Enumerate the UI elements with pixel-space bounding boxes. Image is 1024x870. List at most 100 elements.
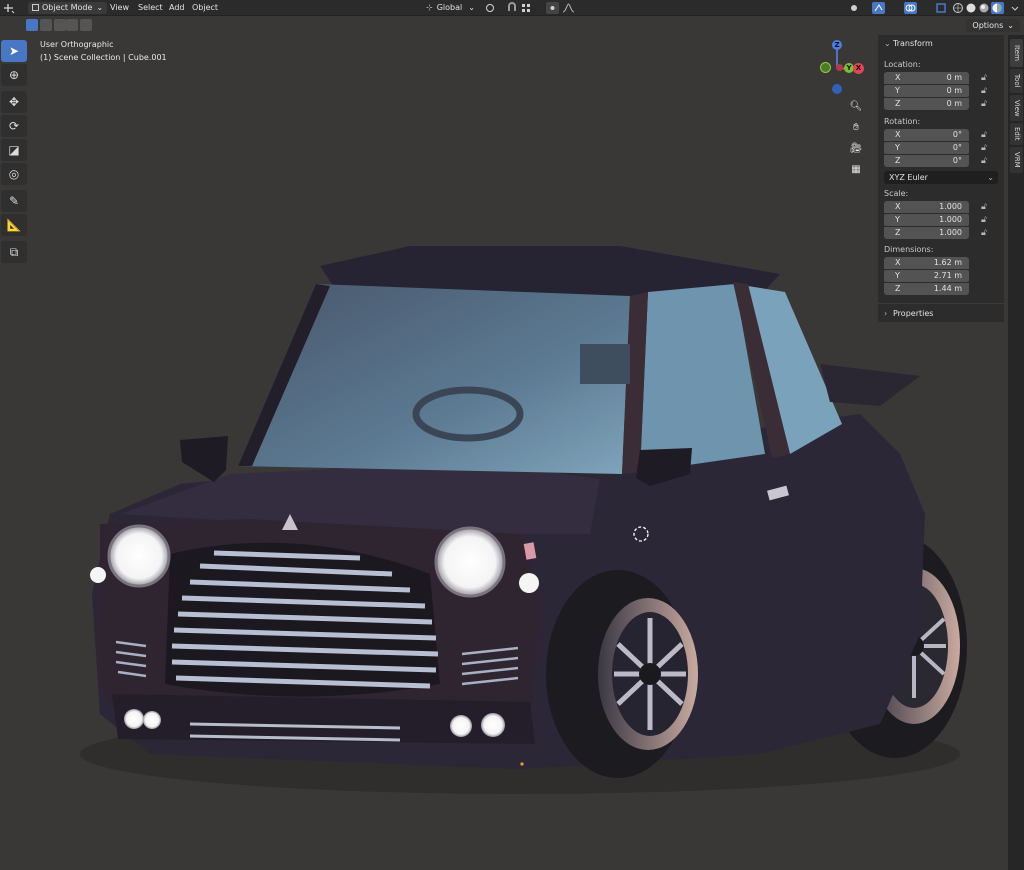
panel-divider [878, 303, 1004, 304]
lock-icon[interactable]: 🔓︎ [981, 73, 991, 83]
lock-icon[interactable]: 🔓︎ [981, 228, 991, 238]
lock-icon[interactable]: 🔓︎ [981, 99, 991, 109]
snap-icon[interactable] [506, 2, 519, 14]
lock-icon[interactable]: 🔓︎ [981, 143, 991, 153]
editor-type-icon[interactable] [2, 2, 15, 14]
location-y-field[interactable]: Y 0 m [884, 85, 969, 97]
right-indicator [519, 573, 539, 593]
gizmo-z-axis[interactable]: Z [832, 40, 842, 50]
tab-edit[interactable]: Edit [1010, 123, 1023, 145]
gizmo-toggle-icon[interactable] [872, 2, 885, 14]
scale-x-field[interactable]: X 1.000 [884, 201, 969, 213]
material-shading-icon[interactable] [978, 2, 991, 14]
properties-title: Properties [893, 309, 934, 318]
proportional-edit-icon[interactable] [546, 2, 559, 14]
cursor-tool[interactable]: ⊕ [1, 64, 27, 86]
axis-label: X [895, 202, 901, 211]
annotate-tool[interactable]: ✎ [1, 190, 27, 212]
tab-item[interactable]: Item [1010, 39, 1023, 67]
wireframe-shading-icon[interactable] [952, 2, 965, 14]
measure-tool[interactable]: 📐 [1, 214, 27, 236]
fog-light-1 [124, 709, 144, 729]
camera-icon: 🎥︎ [849, 142, 863, 154]
dimensions-z-field[interactable]: Z 1.44 m [884, 283, 969, 295]
tab-tool[interactable]: Tool [1010, 69, 1023, 93]
orientation-icon: ⊹ [426, 3, 433, 12]
visibility-icon[interactable] [848, 2, 861, 14]
camera-view-button[interactable]: 🎥︎ [846, 138, 866, 158]
right-headlight [434, 526, 506, 598]
lock-icon[interactable]: 🔓︎ [981, 156, 991, 166]
left-headlight [107, 524, 171, 588]
lock-icon[interactable]: 🔓︎ [981, 215, 991, 225]
scale-icon: ◪ [8, 143, 20, 157]
options-dropdown[interactable]: Options ⌄ [966, 19, 1020, 32]
properties-header[interactable]: › Properties [878, 305, 1004, 323]
field-value: 0 m [946, 86, 962, 95]
shading-options-icon[interactable] [1009, 2, 1022, 14]
field-value: 1.000 [939, 215, 962, 224]
sidebar-tabs: Item Tool View Edit VRM [1008, 35, 1024, 870]
transform-header[interactable]: ⌄ Transform [878, 35, 1004, 53]
solid-shading-icon[interactable] [965, 2, 978, 14]
left-toolbar: ➤ ⊕ ✥ ⟳ ◪ ◎ ✎ 📐 ⧉ [1, 40, 29, 265]
select-box-tool[interactable]: ➤ [1, 40, 27, 62]
add-cube-tool[interactable]: ⧉ [1, 241, 27, 263]
location-z-field[interactable]: Z 0 m [884, 98, 969, 110]
lock-icon[interactable]: 🔓︎ [981, 202, 991, 212]
menu-select[interactable]: Select [138, 2, 163, 14]
gizmo-neg-x-axis[interactable] [836, 64, 843, 71]
menu-view[interactable]: View [110, 2, 129, 14]
scale-z-field[interactable]: Z 1.000 [884, 227, 969, 239]
overlays-toggle-icon[interactable] [904, 2, 917, 14]
lock-icon[interactable]: 🔓︎ [981, 130, 991, 140]
pan-button[interactable]: ✋︎ [846, 117, 866, 137]
rotation-mode-dropdown[interactable]: XYZ Euler ⌄ [884, 171, 998, 184]
object-origin-dot [520, 762, 524, 766]
mode-dropdown[interactable]: Object Mode ⌄ [28, 2, 108, 14]
chevron-down-icon: ⌄ [884, 39, 891, 48]
mode-label: Object Mode [42, 3, 93, 12]
rotation-y-field[interactable]: Y 0° [884, 142, 969, 154]
navigation-gizmo[interactable]: Z Y X [808, 38, 868, 98]
move-tool[interactable]: ✥ [1, 91, 27, 113]
snap-increment-icon[interactable] [520, 2, 533, 14]
fog-light-4 [481, 713, 505, 737]
select-mode-subtract-icon[interactable] [54, 19, 66, 31]
field-value: 2.71 m [933, 271, 962, 280]
ortho-toggle-button[interactable]: ▦ [846, 159, 866, 179]
select-mode-intersect-icon[interactable] [80, 19, 92, 31]
rotation-x-field[interactable]: X 0° [884, 129, 969, 141]
select-mode-extend-icon[interactable] [40, 19, 52, 31]
lock-icon[interactable]: 🔓︎ [981, 86, 991, 96]
location-x-field[interactable]: X 0 m [884, 72, 969, 84]
select-mode-invert-icon[interactable] [66, 19, 78, 31]
scale-y-field[interactable]: Y 1.000 [884, 214, 969, 226]
select-mode-set-icon[interactable] [26, 19, 38, 31]
gizmo-x-axis[interactable]: X [853, 63, 864, 74]
falloff-icon[interactable] [562, 2, 575, 14]
xray-toggle-icon[interactable] [935, 2, 948, 14]
field-value: 0° [952, 156, 962, 165]
rotate-tool[interactable]: ⟳ [1, 115, 27, 137]
scale-tool[interactable]: ◪ [1, 139, 27, 161]
axis-label: X [895, 73, 901, 82]
viewport-header: Object Mode ⌄ View Select Add Object ⊹ Glo… [0, 0, 1024, 16]
gizmo-neg-z-axis[interactable] [832, 84, 842, 94]
dimensions-y-field[interactable]: Y 2.71 m [884, 270, 969, 282]
zoom-button[interactable]: 🔍︎ [846, 96, 866, 116]
pivot-icon[interactable] [484, 2, 497, 14]
rendered-shading-icon[interactable] [991, 2, 1004, 14]
options-label: Options [972, 21, 1004, 30]
orientation-dropdown[interactable]: ⊹ Global ⌄ [422, 2, 479, 14]
menu-object[interactable]: Object [192, 2, 218, 14]
cube-add-icon: ⧉ [9, 244, 19, 259]
rotate-icon: ⟳ [8, 119, 20, 133]
rotation-z-field[interactable]: Z 0° [884, 155, 969, 167]
dimensions-x-field[interactable]: X 1.62 m [884, 257, 969, 269]
tab-vrm[interactable]: VRM [1010, 147, 1023, 173]
menu-add[interactable]: Add [169, 2, 185, 14]
transform-tool[interactable]: ◎ [1, 163, 27, 185]
gizmo-neg-y-axis[interactable] [820, 62, 831, 73]
tab-view[interactable]: View [1010, 95, 1023, 121]
